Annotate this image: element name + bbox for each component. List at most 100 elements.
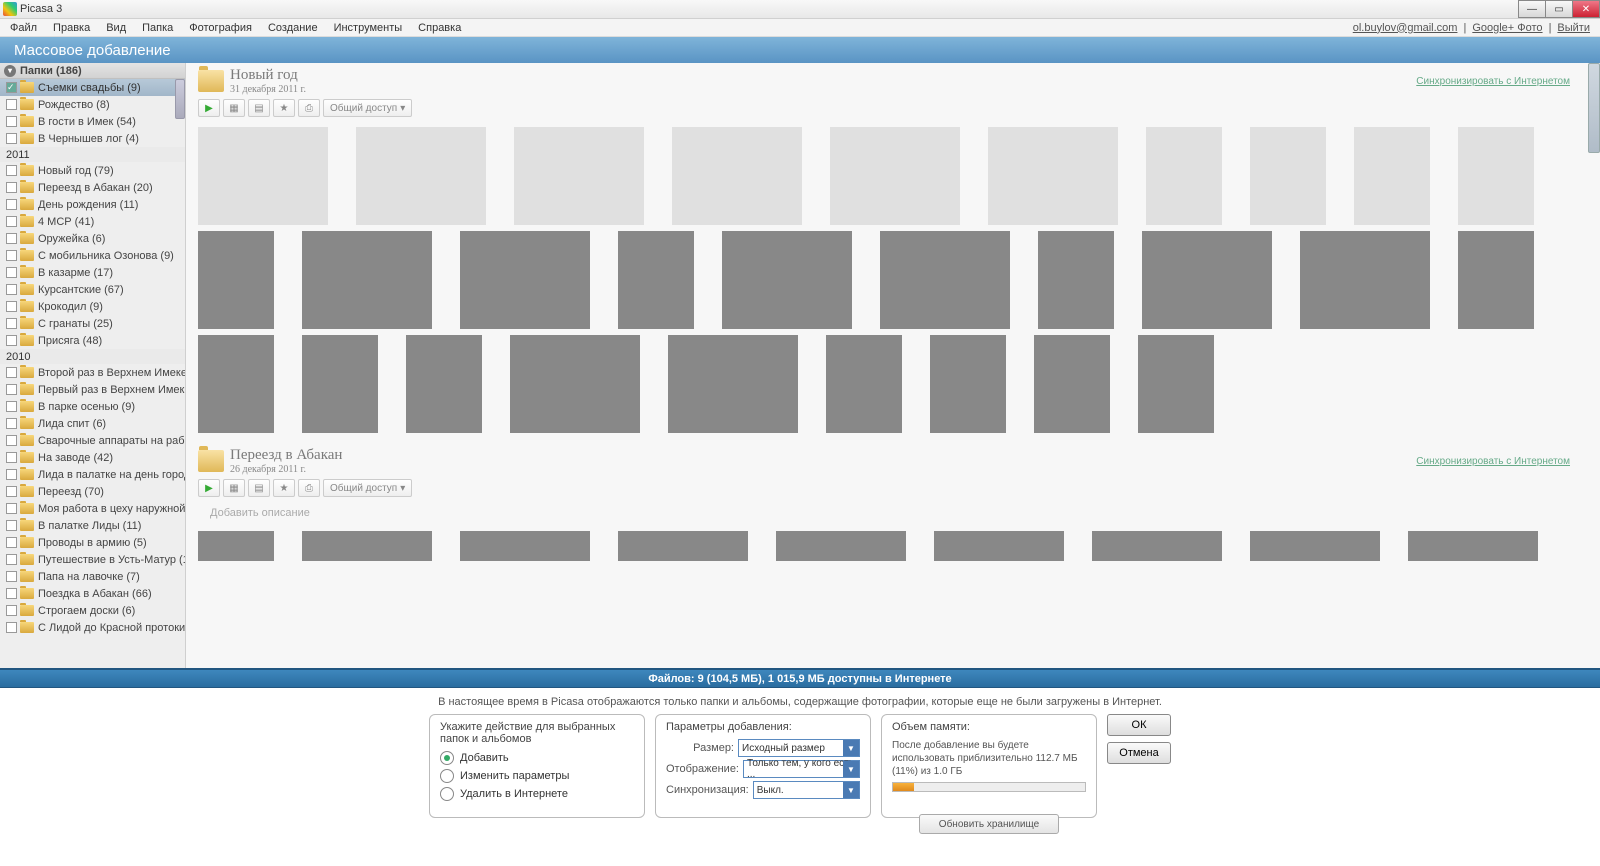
folder-item[interactable]: Поездка в Абакан (66) bbox=[0, 585, 185, 602]
folder-item[interactable]: С гранаты (25) bbox=[0, 315, 185, 332]
menu-create[interactable]: Создание bbox=[260, 21, 326, 35]
folder-item[interactable]: Путешествие в Усть-Матур (123) bbox=[0, 551, 185, 568]
photo-thumbnail[interactable] bbox=[1038, 231, 1114, 329]
checkbox[interactable] bbox=[6, 367, 17, 378]
checkbox[interactable] bbox=[6, 133, 17, 144]
update-storage-button[interactable]: Обновить хранилище bbox=[919, 814, 1059, 834]
folder-item[interactable]: Строгаем доски (6) bbox=[0, 602, 185, 619]
checkbox[interactable] bbox=[6, 435, 17, 446]
checkbox[interactable] bbox=[6, 384, 17, 395]
folder-item[interactable]: Присяга (48) bbox=[0, 332, 185, 349]
folder-item[interactable]: Курсантские (67) bbox=[0, 281, 185, 298]
checkbox[interactable] bbox=[6, 503, 17, 514]
photo-thumbnail[interactable] bbox=[1146, 127, 1222, 225]
checkbox[interactable] bbox=[6, 486, 17, 497]
radio-add[interactable]: Добавить bbox=[440, 751, 634, 765]
checkbox[interactable] bbox=[6, 622, 17, 633]
link-google-plus[interactable]: Google+ Фото bbox=[1472, 22, 1542, 34]
folder-item[interactable]: С Лидой до Красной протоки (... bbox=[0, 619, 185, 636]
photo-thumbnail[interactable] bbox=[934, 531, 1064, 561]
select-sync[interactable]: Выкл. bbox=[753, 781, 860, 799]
folder-item[interactable]: Второй раз в Верхнем Имеке (54) bbox=[0, 364, 185, 381]
checkbox[interactable] bbox=[6, 284, 17, 295]
share-button[interactable]: Общий доступ ▾ bbox=[323, 479, 412, 497]
menu-view[interactable]: Вид bbox=[98, 21, 134, 35]
menu-photo[interactable]: Фотография bbox=[181, 21, 260, 35]
photo-thumbnail[interactable] bbox=[930, 335, 1006, 433]
checkbox[interactable] bbox=[6, 216, 17, 227]
star-button[interactable]: ★ bbox=[273, 99, 295, 117]
play-button[interactable]: ▶ bbox=[198, 99, 220, 117]
menu-tools[interactable]: Инструменты bbox=[326, 21, 411, 35]
photo-thumbnail[interactable] bbox=[1458, 231, 1534, 329]
checkbox[interactable] bbox=[6, 182, 17, 193]
radio-change[interactable]: Изменить параметры bbox=[440, 769, 634, 783]
photo-thumbnail[interactable] bbox=[460, 231, 590, 329]
photo-thumbnail[interactable] bbox=[510, 335, 640, 433]
checkbox[interactable] bbox=[6, 335, 17, 346]
menu-help[interactable]: Справка bbox=[410, 21, 469, 35]
photo-thumbnail[interactable] bbox=[672, 127, 802, 225]
checkbox[interactable] bbox=[6, 605, 17, 616]
link-logout[interactable]: Выйти bbox=[1557, 22, 1590, 34]
photo-thumbnail[interactable] bbox=[198, 127, 328, 225]
photo-thumbnail[interactable] bbox=[302, 531, 432, 561]
checkbox[interactable] bbox=[6, 418, 17, 429]
checkbox[interactable] bbox=[6, 401, 17, 412]
sync-link[interactable]: Синхронизировать с Интернетом bbox=[1416, 76, 1588, 87]
folder-item[interactable]: Проводы в армию (5) bbox=[0, 534, 185, 551]
menu-edit[interactable]: Правка bbox=[45, 21, 98, 35]
play-button[interactable]: ▶ bbox=[198, 479, 220, 497]
checkbox[interactable] bbox=[6, 199, 17, 210]
select-visibility[interactable]: Только тем, у кого есть ... bbox=[743, 760, 860, 778]
photo-thumbnail[interactable] bbox=[302, 335, 378, 433]
sidebar-scrollbar[interactable] bbox=[175, 79, 185, 119]
chevron-down-icon[interactable]: ▾ bbox=[4, 65, 16, 77]
photo-thumbnail[interactable] bbox=[460, 531, 590, 561]
photo-thumbnail[interactable] bbox=[198, 335, 274, 433]
star-button[interactable]: ★ bbox=[273, 479, 295, 497]
ok-button[interactable]: ОК bbox=[1107, 714, 1171, 736]
movie-button[interactable]: ▤ bbox=[248, 99, 270, 117]
photo-thumbnail[interactable] bbox=[826, 335, 902, 433]
photo-thumbnail[interactable] bbox=[302, 231, 432, 329]
folder-item[interactable]: 4 МСР (41) bbox=[0, 213, 185, 230]
checkbox[interactable] bbox=[6, 452, 17, 463]
collage-button[interactable]: ▦ bbox=[223, 99, 245, 117]
photo-thumbnail[interactable] bbox=[1458, 127, 1534, 225]
photo-thumbnail[interactable] bbox=[356, 127, 486, 225]
photo-thumbnail[interactable] bbox=[1300, 231, 1430, 329]
checkbox[interactable] bbox=[6, 250, 17, 261]
menu-folder[interactable]: Папка bbox=[134, 21, 181, 35]
checkbox[interactable] bbox=[6, 318, 17, 329]
main-scrollbar[interactable] bbox=[1588, 63, 1600, 153]
folder-item[interactable]: С мобильника Озонова (9) bbox=[0, 247, 185, 264]
photo-thumbnail[interactable] bbox=[406, 335, 482, 433]
folder-item[interactable]: Крокодил (9) bbox=[0, 298, 185, 315]
checkbox[interactable] bbox=[6, 571, 17, 582]
photo-thumbnail[interactable] bbox=[198, 531, 274, 561]
photo-thumbnail[interactable] bbox=[198, 231, 274, 329]
export-button[interactable]: ⎙ bbox=[298, 479, 320, 497]
window-close-button[interactable]: ✕ bbox=[1572, 0, 1600, 18]
folder-item[interactable]: В гости в Имек (54) bbox=[0, 113, 185, 130]
folder-item[interactable]: Первый раз в Верхнем Имеке (6) bbox=[0, 381, 185, 398]
folder-item[interactable]: Лида в палатке на день города... bbox=[0, 466, 185, 483]
window-maximize-button[interactable]: ▭ bbox=[1545, 0, 1573, 18]
folder-item[interactable]: Рождество (8) bbox=[0, 96, 185, 113]
checkbox[interactable] bbox=[6, 116, 17, 127]
folder-item[interactable]: Переезд в Абакан (20) bbox=[0, 179, 185, 196]
photo-thumbnail[interactable] bbox=[722, 231, 852, 329]
photo-thumbnail[interactable] bbox=[988, 127, 1118, 225]
sync-link[interactable]: Синхронизировать с Интернетом bbox=[1416, 456, 1588, 467]
description-input[interactable]: Добавить описание bbox=[198, 501, 1588, 525]
sidebar-header[interactable]: ▾ Папки (186) bbox=[0, 63, 185, 79]
checkbox[interactable] bbox=[6, 165, 17, 176]
photo-thumbnail[interactable] bbox=[830, 127, 960, 225]
folder-item[interactable]: В палатке Лиды (11) bbox=[0, 517, 185, 534]
checkbox[interactable] bbox=[6, 99, 17, 110]
checkbox[interactable] bbox=[6, 233, 17, 244]
photo-thumbnail[interactable] bbox=[618, 231, 694, 329]
photo-thumbnail[interactable] bbox=[618, 531, 748, 561]
checkbox[interactable] bbox=[6, 267, 17, 278]
